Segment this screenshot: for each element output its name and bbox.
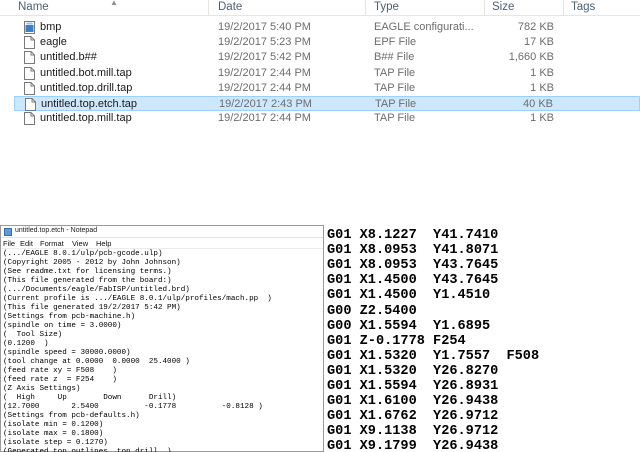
file-icon	[24, 66, 35, 80]
notepad-line: (feed rate xy = F508 )	[3, 367, 117, 375]
file-icon	[24, 36, 35, 50]
menu-view[interactable]: View	[72, 239, 88, 248]
file-type: TAP File	[374, 112, 416, 125]
notepad-line: (isolate step = 0.1270)	[3, 439, 108, 447]
file-size: 1 KB	[530, 112, 554, 125]
column-header-row: Name ▲ Date Type Size Tags	[0, 0, 640, 16]
notepad-line: (0.1200 )	[3, 340, 49, 348]
file-icon	[24, 81, 35, 95]
column-header-type[interactable]: Type	[374, 1, 399, 13]
file-row[interactable]: eagle 19/2/2017 5:23 PM EPF File 17 KB	[14, 35, 640, 50]
file-date: 19/2/2017 5:23 PM	[218, 36, 311, 49]
notepad-menu-bar: File Edit Format View Help	[1, 238, 323, 249]
menu-format[interactable]: Format	[40, 239, 64, 248]
file-row[interactable]: untitled.b## 19/2/2017 5:42 PM B## File 1,6…	[14, 50, 640, 65]
column-divider[interactable]	[365, 0, 366, 16]
file-date: 19/2/2017 2:43 PM	[219, 98, 312, 110]
notepad-line: (This file generated from the board:)	[3, 277, 172, 285]
notepad-line: (isolate min = 0.1200)	[3, 421, 104, 429]
column-divider[interactable]	[484, 0, 485, 16]
file-name: untitled.top.drill.tap	[40, 81, 133, 94]
file-explorer: Name ▲ Date Type Size Tags bmp 19/2/2017 …	[0, 0, 640, 126]
notepad-line: (Settings from pcb-machine.h)	[3, 313, 136, 321]
file-type: TAP File	[375, 98, 417, 110]
file-size: 1 KB	[530, 66, 554, 79]
notepad-line: (tool change at 0.0000 0.0000 25.4000 )	[3, 358, 190, 366]
file-date: 19/2/2017 5:40 PM	[218, 21, 311, 33]
notepad-line: (Copyright 2005 - 2012 by John Johnson)	[3, 259, 181, 267]
notepad-line: (spindle on time = 3.0000)	[3, 322, 122, 330]
file-type: EPF File	[374, 36, 417, 49]
notepad-title: untitled.top.etch - Notepad	[15, 227, 98, 234]
file-row[interactable]: untitled.top.mill.tap 19/2/2017 2:44 PM TA…	[14, 111, 640, 126]
notepad-line: (isolate max = 0.1800)	[3, 430, 104, 438]
file-name: eagle	[40, 36, 67, 49]
notepad-line: (Generated top outlines, top drill, )	[3, 448, 172, 452]
file-row[interactable]: untitled.top.etch.tap 19/2/2017 2:43 PM TA…	[14, 96, 640, 111]
notepad-window: untitled.top.etch - Notepad File Edit Fo…	[0, 225, 324, 452]
column-divider[interactable]	[208, 0, 209, 16]
file-type: B## File	[374, 51, 415, 64]
notepad-line: (See readme.txt for licensing terms.)	[3, 268, 172, 276]
column-divider[interactable]	[563, 0, 564, 16]
eagle-config-file-icon	[24, 21, 35, 34]
file-name: bmp	[40, 21, 62, 33]
notepad-line: (Current profile is .../EAGLE 8.0.1/ulp/…	[3, 295, 272, 303]
notepad-line: (12.7000 2.5400 -0.1778 -0.8128 )	[3, 403, 263, 411]
menu-file[interactable]: File	[3, 239, 15, 248]
file-type: TAP File	[374, 66, 416, 79]
column-header-name[interactable]: Name	[18, 1, 49, 13]
menu-edit[interactable]: Edit	[20, 239, 33, 248]
notepad-line: (spindle speed = 30000.0000)	[3, 349, 131, 357]
notepad-icon	[4, 228, 12, 236]
file-row[interactable]: untitled.top.drill.tap 19/2/2017 2:44 PM T…	[14, 81, 640, 96]
file-icon	[25, 98, 36, 111]
notepad-title-bar[interactable]: untitled.top.etch - Notepad	[1, 226, 323, 238]
file-size: 17 KB	[524, 36, 554, 49]
file-name: untitled.b##	[40, 51, 97, 64]
file-size: 1 KB	[530, 81, 554, 94]
notepad-line: ( High Up Down Drill)	[3, 394, 177, 402]
column-header-date[interactable]: Date	[218, 1, 242, 13]
notepad-line: ( Tool Size)	[3, 331, 63, 339]
file-name: untitled.top.etch.tap	[41, 98, 138, 110]
file-type: EAGLE configurati...	[374, 21, 474, 33]
file-icon	[24, 112, 35, 126]
notepad-line: (Settings from pcb-defaults.h)	[3, 412, 140, 420]
file-row[interactable]: untitled.bot.mill.tap 19/2/2017 2:44 PM TA…	[14, 66, 640, 81]
file-type: TAP File	[374, 81, 416, 94]
file-date: 19/2/2017 2:44 PM	[218, 81, 311, 94]
column-header-size[interactable]: Size	[492, 1, 514, 13]
notepad-line: (feed rate z = F254 )	[3, 376, 117, 384]
column-header-tags[interactable]: Tags	[571, 1, 595, 13]
file-size: 782 KB	[517, 21, 554, 33]
file-size: 40 KB	[523, 98, 553, 110]
notepad-line: (This file generated 19/2/2017 5:42 PM)	[3, 304, 181, 312]
gcode-line: G01 X9.1799 Y26.9438	[327, 439, 499, 452]
notepad-line: (Z Axis Settings)	[3, 385, 81, 393]
file-date: 19/2/2017 2:44 PM	[218, 66, 311, 79]
notepad-line: (.../Documents/eagle/FabISP/untitled.brd…	[3, 286, 190, 294]
file-row[interactable]: bmp 19/2/2017 5:40 PM EAGLE configurati...…	[14, 20, 640, 35]
file-date: 19/2/2017 5:42 PM	[218, 51, 311, 64]
notepad-line: (.../EAGLE 8.0.1/ulp/pcb-gcode.ulp)	[3, 250, 163, 258]
file-size: 1,660 KB	[508, 51, 554, 64]
file-name: untitled.top.mill.tap	[40, 112, 132, 125]
file-date: 19/2/2017 2:44 PM	[218, 112, 311, 125]
gcode-listing: G01 X8.1227 Y41.7410 G01 X8.0953 Y41.8071…	[327, 225, 640, 452]
file-icon	[24, 51, 35, 65]
file-name: untitled.bot.mill.tap	[40, 66, 132, 79]
sort-up-icon: ▲	[110, 0, 118, 7]
notepad-text-area[interactable]: (.../EAGLE 8.0.1/ulp/pcb-gcode.ulp) (Copy…	[3, 250, 323, 452]
menu-help[interactable]: Help	[96, 239, 111, 248]
